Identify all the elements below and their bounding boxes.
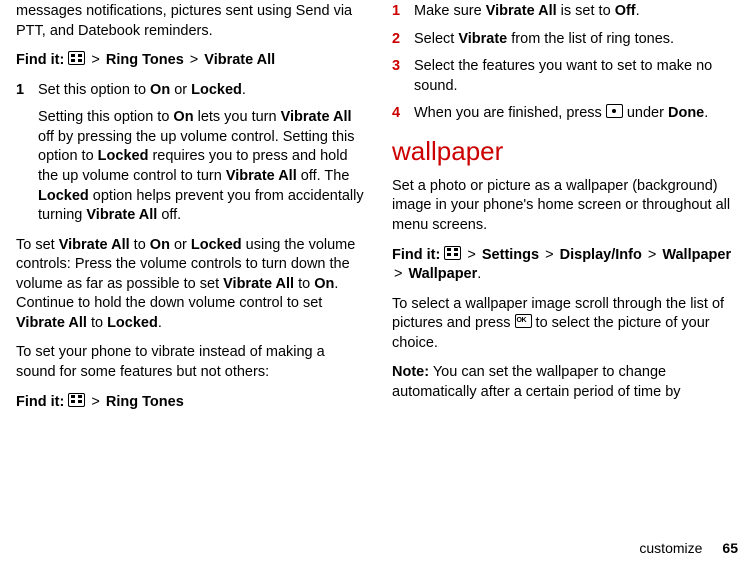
path-wallpaper: Wallpaper [662, 247, 731, 263]
step-3: 3 Select the features you want to set to… [392, 57, 740, 96]
step-text: Select the features you want to set to m… [414, 57, 740, 96]
columns: messages notifications, pictures sent us… [16, 2, 740, 422]
step-text: Set this option to On or Locked. [38, 81, 364, 101]
path-display-info: Display/Info [560, 247, 642, 263]
ok-icon [515, 314, 532, 328]
step-text: Make sure Vibrate All is set to Off. [414, 2, 740, 22]
step-2: 2 Select Vibrate from the list of ring t… [392, 30, 740, 50]
find-it-label: Find it: [16, 52, 64, 68]
menu-icon [68, 51, 85, 65]
softkey-icon [606, 104, 623, 118]
step-number: 3 [392, 57, 414, 96]
find-it-label: Find it: [16, 394, 64, 410]
find-it-wallpaper: Find it: > Settings > Display/Info > Wal… [392, 246, 740, 285]
step-number: 1 [392, 2, 414, 22]
step-1-detail: Setting this option to On lets you turn … [16, 108, 364, 225]
path-ring-tones: Ring Tones [106, 52, 184, 68]
manual-page: messages notifications, pictures sent us… [0, 0, 756, 564]
step-text: When you are finished, press under Done. [414, 104, 740, 124]
path-ring-tones: Ring Tones [106, 394, 184, 410]
step-text: Select Vibrate from the list of ring ton… [414, 30, 740, 50]
note-label: Note: [392, 364, 429, 380]
step-1: 1 Make sure Vibrate All is set to Off. [392, 2, 740, 22]
menu-icon [444, 246, 461, 260]
step-number: 1 [16, 81, 38, 101]
wallpaper-heading: wallpaper [392, 134, 740, 169]
path-wallpaper-2: Wallpaper [409, 266, 478, 282]
step-4: 4 When you are finished, press under Don… [392, 104, 740, 124]
left-column: messages notifications, pictures sent us… [16, 2, 364, 422]
volume-paragraph: To set Vibrate All to On or Locked using… [16, 236, 364, 334]
page-number: 65 [722, 540, 738, 556]
wallpaper-description: Set a photo or picture as a wallpaper (b… [392, 177, 740, 236]
wallpaper-note: Note: You can set the wallpaper to chang… [392, 363, 740, 402]
find-it-1: Find it: > Ring Tones > Vibrate All [16, 51, 364, 71]
vibrate-some-paragraph: To set your phone to vibrate instead of … [16, 343, 364, 382]
wallpaper-select: To select a wallpaper image scroll throu… [392, 295, 740, 354]
step-1: 1 Set this option to On or Locked. [16, 81, 364, 101]
step-number: 4 [392, 104, 414, 124]
path-vibrate-all: Vibrate All [204, 52, 275, 68]
page-footer: customize 65 [639, 539, 738, 558]
menu-icon [68, 393, 85, 407]
footer-label: customize [639, 540, 702, 556]
find-it-label: Find it: [392, 247, 440, 263]
find-it-2: Find it: > Ring Tones [16, 393, 364, 413]
intro-text: messages notifications, pictures sent us… [16, 2, 364, 41]
path-settings: Settings [482, 247, 539, 263]
step-number: 2 [392, 30, 414, 50]
right-column: 1 Make sure Vibrate All is set to Off. 2… [392, 2, 740, 422]
